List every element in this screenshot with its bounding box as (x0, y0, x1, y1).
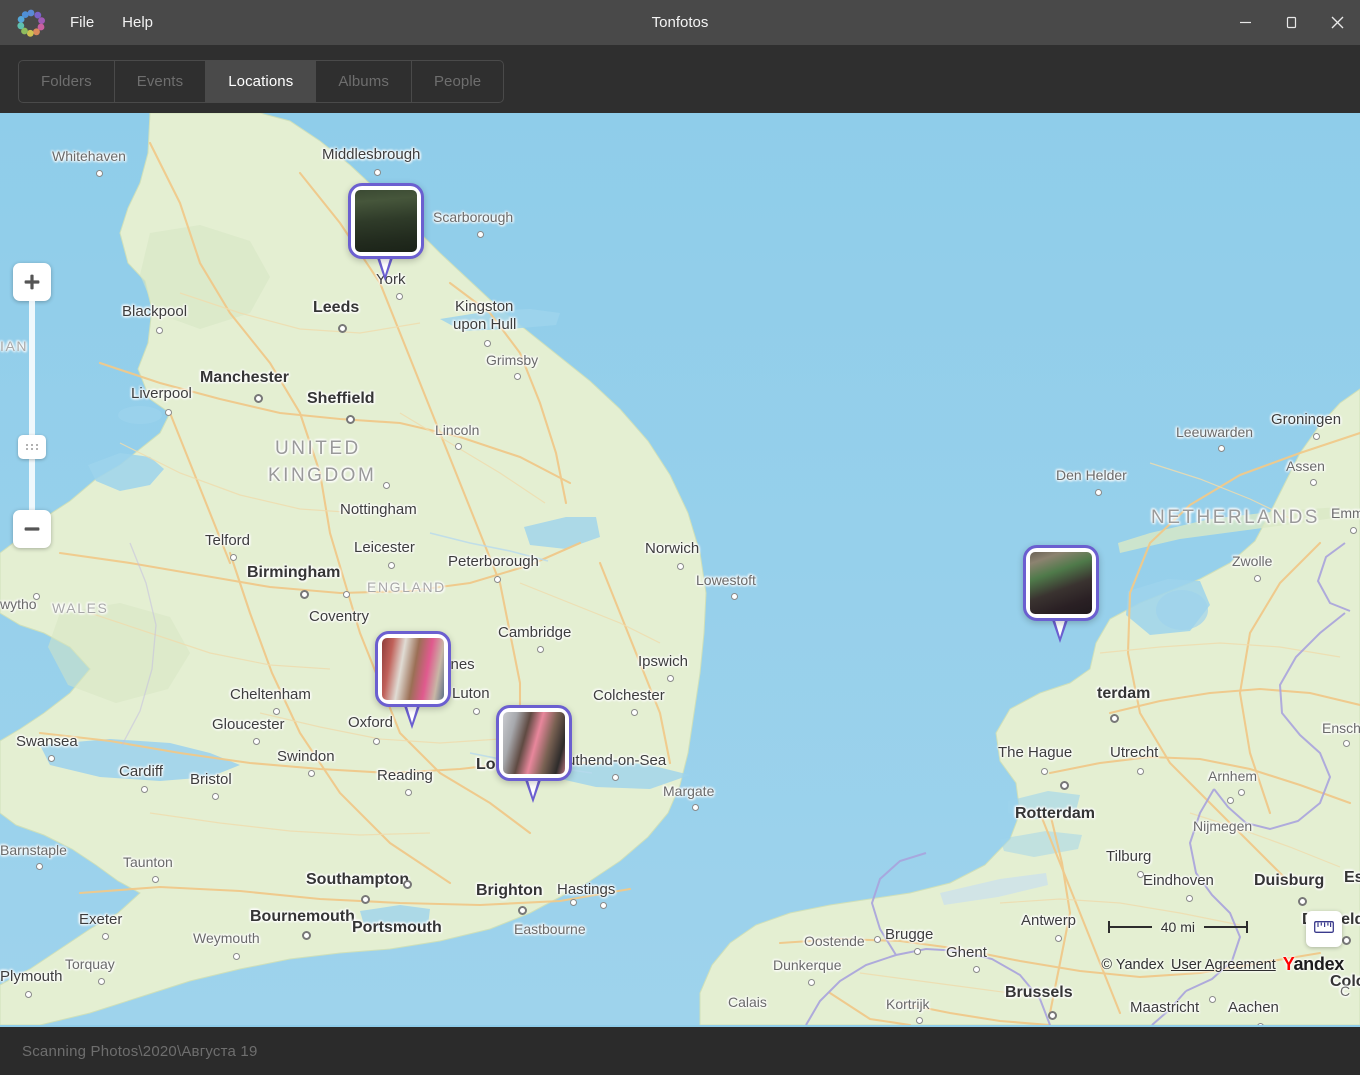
ruler-button[interactable] (1306, 911, 1342, 947)
york-photo-marker[interactable] (348, 183, 424, 281)
tab-locations[interactable]: Locations (206, 61, 317, 102)
map-zoom-control (13, 263, 51, 548)
window-title: Tonfotos (0, 0, 1360, 45)
map-base-layer (0, 113, 1360, 1025)
photo-marker-balloon[interactable] (375, 631, 451, 707)
yandex-copyright: © Yandex (1101, 956, 1164, 973)
status-bar: Scanning Photos\2020\Августа 19 (0, 1025, 1360, 1075)
minimize-button[interactable] (1222, 0, 1268, 45)
photo-marker-balloon[interactable] (1023, 545, 1099, 621)
tab-bar: Folders Events Locations Albums People (0, 45, 1360, 113)
yandex-logo-y: Y (1282, 954, 1294, 974)
window-title-text: Tonfotos (651, 14, 709, 31)
london-photo-marker[interactable] (496, 705, 572, 803)
locations-map[interactable]: Whitehaven Middlesbrough Scarborough York Bl… (0, 113, 1360, 1025)
yandex-logo-rest: andex (1293, 954, 1344, 974)
scan-status-text: Scanning Photos\2020\Августа 19 (22, 1042, 258, 1060)
zoom-slider-handle[interactable] (18, 435, 46, 459)
scale-bar-left-tick (1107, 921, 1152, 933)
scale-bar-label: 40 mi (1160, 919, 1195, 935)
maximize-button[interactable] (1268, 0, 1314, 45)
map-scale-bar: 40 mi (1107, 919, 1248, 935)
user-agreement-link[interactable]: User Agreement (1171, 957, 1276, 973)
menu-item-file[interactable]: File (58, 10, 106, 35)
photo-thumbnail[interactable] (503, 712, 565, 774)
photo-thumbnail[interactable] (355, 190, 417, 252)
map-attribution: © Yandex User Agreement Yandex (1101, 954, 1344, 975)
close-button[interactable] (1314, 0, 1360, 45)
scale-bar-right-tick (1204, 921, 1248, 933)
zoom-out-button[interactable] (13, 510, 51, 548)
ruler-icon (1314, 920, 1334, 938)
grip-dots-icon (25, 444, 39, 450)
title-bar: File Help Tonfotos (0, 0, 1360, 45)
menu-bar: File Help (58, 0, 165, 45)
photo-thumbnail[interactable] (1030, 552, 1092, 614)
zoom-in-button[interactable] (13, 263, 51, 301)
the-hague-photo-marker[interactable] (1023, 545, 1099, 643)
photo-thumbnail[interactable] (382, 638, 444, 700)
photo-marker-balloon[interactable] (496, 705, 572, 781)
window-controls (1222, 0, 1360, 45)
zoom-slider-track[interactable] (29, 299, 35, 514)
tonfotos-ring-logo-icon (14, 7, 48, 39)
oxford-photo-marker[interactable] (375, 631, 451, 729)
menu-item-help[interactable]: Help (110, 10, 165, 35)
tab-people[interactable]: People (412, 61, 503, 102)
tab-events[interactable]: Events (115, 61, 207, 102)
tab-folders[interactable]: Folders (19, 61, 115, 102)
tab-albums[interactable]: Albums (316, 61, 412, 102)
tab-group: Folders Events Locations Albums People (18, 60, 505, 103)
yandex-logo[interactable]: Yandex (1282, 954, 1345, 975)
photo-marker-balloon[interactable] (348, 183, 424, 259)
tonfotos-window: File Help Tonfotos Folders Events Locati… (0, 0, 1360, 1075)
